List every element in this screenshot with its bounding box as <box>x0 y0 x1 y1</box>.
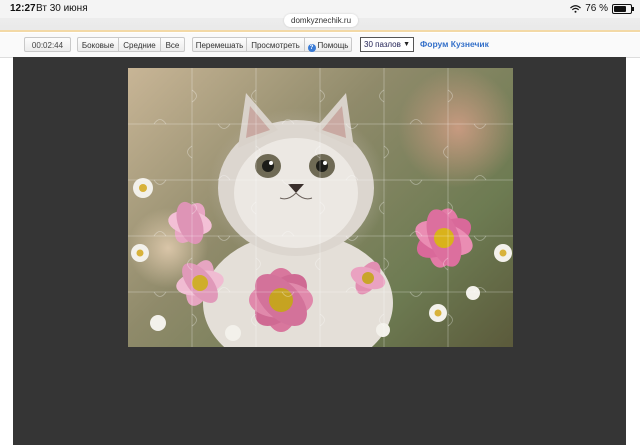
help-button[interactable]: ? Помощь <box>305 37 352 52</box>
shuffle-button[interactable]: Перемешать <box>192 37 247 52</box>
forum-link[interactable]: Форум Кузнечик <box>420 39 489 49</box>
pieces-count-value: 30 пазлов <box>364 40 401 49</box>
edges-button[interactable]: Боковые <box>77 37 119 52</box>
battery-fill <box>614 5 626 12</box>
puzzle-toolbar: 00:02:44 Боковые Средние Все Перемешать … <box>0 33 640 58</box>
puzzle-artwork <box>128 68 513 347</box>
status-date: Вт 30 июня <box>36 3 88 14</box>
preview-button[interactable]: Просмотреть <box>247 37 305 52</box>
battery-percent: 76 % <box>585 3 608 14</box>
help-label: Помощь <box>317 41 349 50</box>
pieces-count-select[interactable]: 30 пазлов ▼ <box>360 37 414 52</box>
all-button[interactable]: Все <box>161 37 185 52</box>
chevron-down-icon: ▼ <box>403 41 410 48</box>
accent-line <box>0 30 640 32</box>
status-right: 76 % <box>570 3 634 14</box>
address-bar[interactable]: domkyznechik.ru <box>284 14 359 27</box>
assembled-puzzle-image[interactable] <box>128 68 513 347</box>
status-time: 12:27 <box>10 3 36 14</box>
wifi-icon <box>570 4 582 13</box>
timer-display: 00:02:44 <box>24 37 71 52</box>
puzzle-board <box>13 57 626 445</box>
middle-button[interactable]: Средние <box>119 37 161 52</box>
question-circle-icon: ? <box>307 44 316 52</box>
battery-icon <box>612 3 634 14</box>
